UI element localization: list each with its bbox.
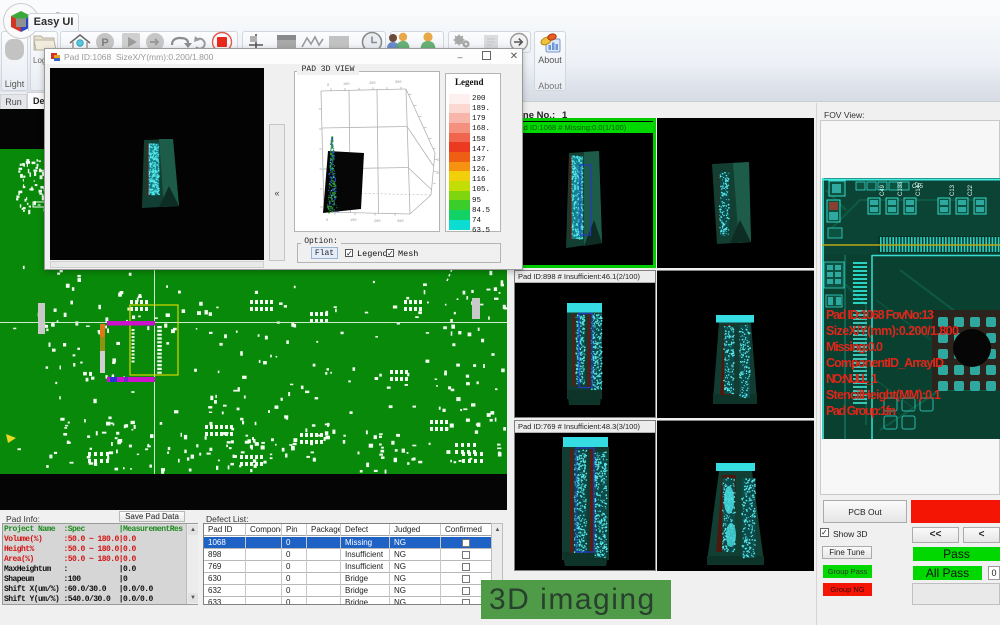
svg-text:SizeX/Y(mm):0.200/1.800: SizeX/Y(mm):0.200/1.800 <box>826 324 959 338</box>
svg-text:NO :NULL_1: NO :NULL_1 <box>826 372 878 386</box>
svg-text:25: 25 <box>436 172 439 176</box>
svg-text:0: 0 <box>327 84 329 88</box>
svg-text:100: 100 <box>350 219 356 223</box>
svg-text:200: 200 <box>369 82 375 86</box>
svg-text:ComponentID_ArrayID: ComponentID_ArrayID <box>826 356 944 370</box>
svg-text:50: 50 <box>437 159 439 163</box>
svg-text:300: 300 <box>395 81 401 85</box>
svg-text:Pad ID:1068 FovNo:13: Pad ID:1068 FovNo:13 <box>826 308 934 322</box>
svg-text:300: 300 <box>397 220 403 224</box>
svg-text:C13: C13 <box>950 184 956 196</box>
svg-text:C45: C45 <box>912 184 924 190</box>
svg-text:0: 0 <box>326 219 328 223</box>
svg-text:C133: C133 <box>898 181 904 196</box>
svg-text:Missing:0.0: Missing:0.0 <box>826 340 883 354</box>
svg-text:200: 200 <box>374 220 380 224</box>
svg-text:100: 100 <box>343 83 349 87</box>
svg-text:StencilHeight(MM):0.1: StencilHeight(MM):0.1 <box>826 388 941 402</box>
svg-text:C22: C22 <box>968 184 974 196</box>
svg-text:C49: C49 <box>880 184 886 196</box>
svg-text:Pad Group:1fn: Pad Group:1fn <box>826 404 896 418</box>
